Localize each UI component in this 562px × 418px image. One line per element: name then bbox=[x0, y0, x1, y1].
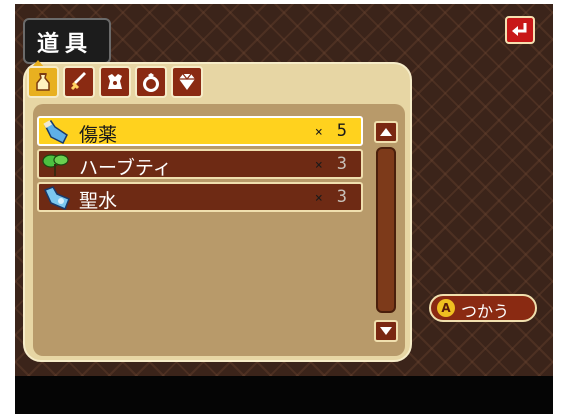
bottom-bar bbox=[15, 376, 553, 414]
item-list: 傷薬 × 5 ハーブティ × 3 聖水 × 3 bbox=[33, 104, 405, 356]
scrollbar-track[interactable] bbox=[376, 147, 396, 313]
item-name: 聖水 bbox=[79, 190, 118, 212]
armor-icon bbox=[108, 74, 122, 89]
down-arrow-icon bbox=[380, 327, 392, 335]
tab-weapons[interactable] bbox=[63, 66, 95, 98]
use-button[interactable]: A つかう bbox=[429, 294, 537, 322]
list-item[interactable]: ハーブティ × 3 bbox=[37, 149, 363, 179]
item-name: 傷薬 bbox=[79, 124, 118, 146]
ring-icon bbox=[143, 73, 159, 92]
holy-water-icon bbox=[43, 186, 70, 210]
up-arrow-icon bbox=[380, 128, 392, 136]
scroll-up-button[interactable] bbox=[374, 121, 398, 143]
item-name: ハーブティ bbox=[79, 157, 172, 179]
game-screen: 道具 傷薬 × 5 ハーブティ × 3 聖水 × 3 A つかう bbox=[15, 4, 553, 414]
tab-armor[interactable] bbox=[99, 66, 131, 98]
menu-title-tab: 道具 bbox=[23, 18, 111, 64]
a-button-icon: A bbox=[437, 299, 455, 317]
return-arrow-icon bbox=[512, 23, 527, 36]
list-item[interactable]: 聖水 × 3 bbox=[37, 182, 363, 212]
scroll-down-button[interactable] bbox=[374, 320, 398, 342]
item-count: × 5 bbox=[314, 121, 347, 141]
category-tabs bbox=[27, 66, 287, 100]
use-button-label: つかう bbox=[461, 302, 510, 321]
potion-icon bbox=[43, 119, 68, 145]
tab-valuables[interactable] bbox=[171, 66, 203, 98]
tab-items[interactable] bbox=[27, 66, 59, 98]
list-item[interactable]: 傷薬 × 5 bbox=[37, 116, 363, 146]
tab-accessories[interactable] bbox=[135, 66, 167, 98]
herb-icon bbox=[42, 154, 69, 176]
item-count: × 3 bbox=[314, 154, 347, 174]
return-button[interactable] bbox=[505, 16, 535, 44]
gem-icon bbox=[179, 73, 195, 90]
item-count: × 3 bbox=[314, 187, 347, 207]
sword-icon bbox=[70, 72, 86, 91]
menu-title: 道具 bbox=[37, 32, 94, 57]
bag-icon bbox=[36, 73, 50, 91]
